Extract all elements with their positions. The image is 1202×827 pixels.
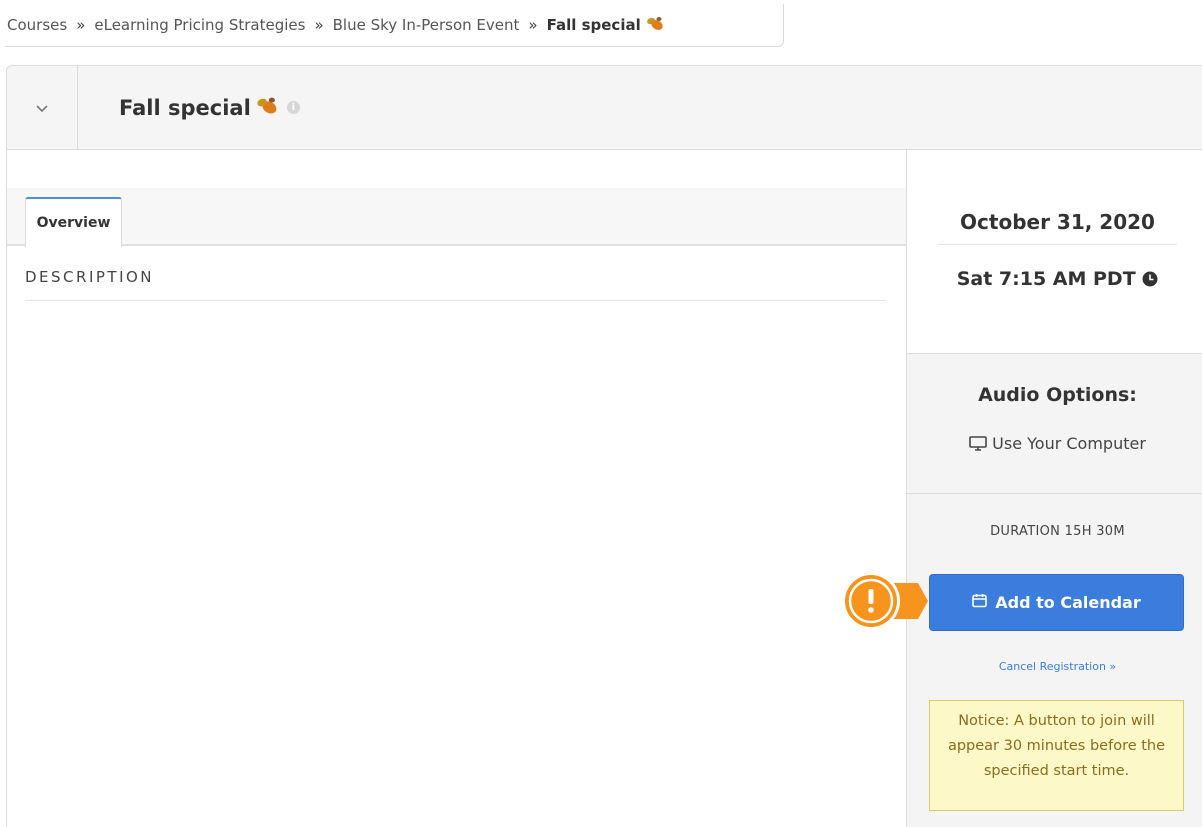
audio-title: Audio Options: xyxy=(978,384,1137,406)
cancel-registration-link[interactable]: Cancel Registration » xyxy=(907,660,1202,673)
event-time-text: Sat 7:15 AM PDT xyxy=(956,268,1136,290)
main-content: Overview DESCRIPTION xyxy=(7,150,906,827)
add-to-calendar-label: Add to Calendar xyxy=(995,593,1141,612)
audio-option-text: Use Your Computer xyxy=(992,434,1146,453)
page-title: Fall special i xyxy=(119,95,300,120)
tab-bar: Overview xyxy=(7,188,906,247)
audio-options: Audio Options: Use Your Computer xyxy=(907,354,1202,494)
leaf-icon xyxy=(256,95,278,120)
join-notice: Notice: A button to join will appear 30 … xyxy=(929,700,1184,811)
clock-icon xyxy=(1142,268,1158,290)
alert-callout-icon xyxy=(840,570,930,630)
duration-label: DURATION 15H 30M xyxy=(990,524,1125,539)
description-heading: DESCRIPTION xyxy=(25,268,886,301)
event-sidebar: October 31, 2020 Sat 7:15 AM PDT Audio O… xyxy=(906,150,1202,827)
audio-option: Use Your Computer xyxy=(907,434,1202,453)
breadcrumb-separator: » xyxy=(528,16,538,34)
event-date: October 31, 2020 xyxy=(938,210,1177,245)
registration-actions: DURATION 15H 30M Add to Calendar Cancel … xyxy=(907,494,1202,827)
collapse-toggle[interactable] xyxy=(7,66,78,150)
date-block: October 31, 2020 Sat 7:15 AM PDT xyxy=(907,150,1202,354)
monitor-icon xyxy=(969,434,992,453)
breadcrumb-course[interactable]: eLearning Pricing Strategies xyxy=(94,16,305,34)
tab-overview[interactable]: Overview xyxy=(25,197,122,247)
add-to-calendar-button[interactable]: Add to Calendar xyxy=(929,574,1184,631)
calendar-icon xyxy=(972,593,995,612)
breadcrumb-separator: » xyxy=(76,16,86,34)
page-title-text: Fall special xyxy=(119,95,251,120)
panel-header: Fall special i xyxy=(7,66,1202,150)
breadcrumb-courses[interactable]: Courses xyxy=(7,16,67,34)
breadcrumb-event[interactable]: Blue Sky In-Person Event xyxy=(333,16,520,34)
chevron-down-icon xyxy=(36,98,48,117)
event-time: Sat 7:15 AM PDT xyxy=(907,268,1202,290)
breadcrumb-separator: » xyxy=(314,16,324,34)
course-panel: Fall special i Overview DESCRIPTION Octo… xyxy=(6,65,1202,827)
leaf-icon xyxy=(646,15,664,35)
breadcrumb: Courses » eLearning Pricing Strategies »… xyxy=(5,4,784,47)
breadcrumb-current: Fall special xyxy=(546,16,641,34)
info-icon[interactable]: i xyxy=(286,101,300,114)
